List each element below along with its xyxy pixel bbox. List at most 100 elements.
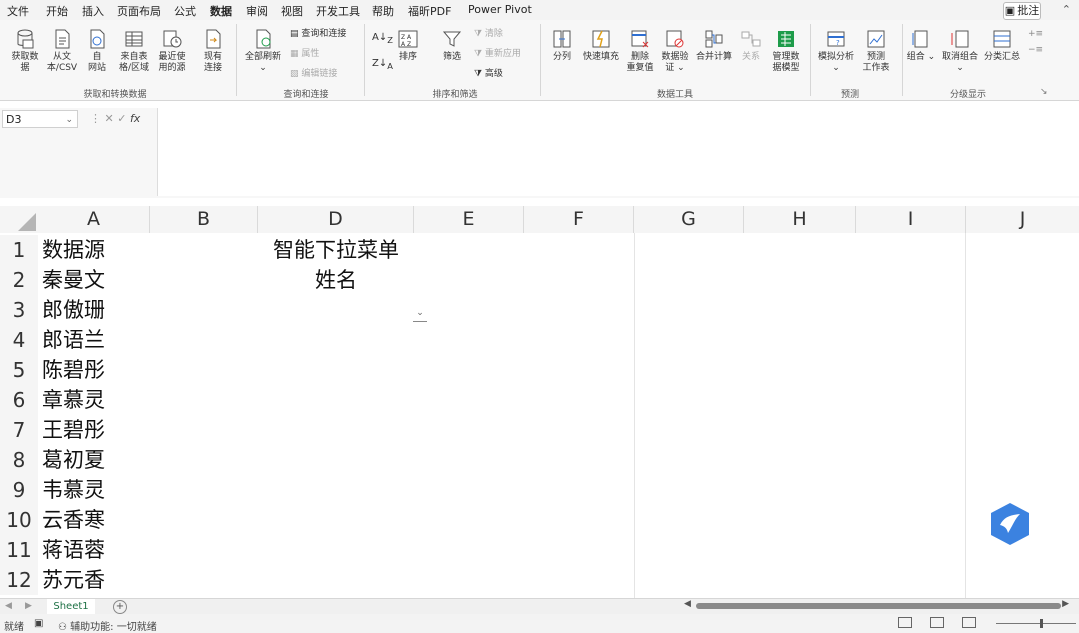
cell-a11[interactable]: 蒋语蓉 — [42, 535, 105, 565]
comments-button[interactable]: ▣ 批注 — [1003, 2, 1041, 20]
sort-descending-icon[interactable]: Z↓A — [372, 58, 393, 72]
tab-page-layout[interactable]: 页面布局 — [117, 3, 161, 19]
reapply-button[interactable]: ⧩ 重新应用 — [474, 48, 521, 60]
edit-links-button[interactable]: ▧ 编辑链接 — [290, 68, 337, 80]
tab-help[interactable]: 帮助 — [372, 3, 394, 19]
cancel-icon[interactable]: ✕ — [105, 112, 118, 125]
flash-fill-button[interactable]: 快速填充 — [580, 28, 622, 63]
tab-insert[interactable]: 插入 — [82, 3, 104, 19]
row-header[interactable]: 6 — [0, 385, 38, 415]
row-header[interactable]: 1 — [0, 235, 38, 265]
cell-a9[interactable]: 韦慕灵 — [42, 475, 105, 505]
consolidate-button[interactable]: 合并计算 — [694, 28, 734, 63]
horizontal-scrollbar[interactable]: ◀ ▶ — [684, 599, 1069, 610]
relationships-button[interactable]: 关系 — [738, 28, 764, 63]
formula-input[interactable] — [157, 108, 1079, 196]
tab-developer[interactable]: 开发工具 — [316, 3, 360, 19]
tab-review[interactable]: 审阅 — [246, 3, 268, 19]
cell-a1[interactable]: 数据源 — [42, 235, 105, 265]
more-options-icon[interactable]: ⋮ — [90, 112, 105, 125]
tab-view[interactable]: 视图 — [281, 3, 303, 19]
select-all-button[interactable] — [0, 206, 39, 233]
scroll-left-icon[interactable]: ◀ — [684, 599, 691, 609]
column-header-a[interactable]: A — [38, 206, 150, 233]
row-header[interactable]: 10 — [0, 505, 38, 535]
tab-home[interactable]: 开始 — [46, 3, 68, 19]
advanced-filter-button[interactable]: ⧩ 高级 — [474, 68, 503, 80]
cell-a5[interactable]: 陈碧彤 — [42, 355, 105, 385]
subtotal-button[interactable]: 分类汇总 — [982, 28, 1022, 63]
sheet-next-icon[interactable]: ▶ — [25, 601, 32, 611]
ungroup-button[interactable]: 取消组合 ⌄ — [938, 28, 982, 74]
cell-a4[interactable]: 郎语兰 — [42, 325, 105, 355]
clear-filter-button[interactable]: ⧩ 清除 — [474, 28, 503, 40]
sheet-prev-icon[interactable]: ◀ — [5, 601, 12, 611]
page-break-view-icon[interactable] — [962, 617, 976, 628]
row-header[interactable]: 4 — [0, 325, 38, 355]
chevron-down-icon[interactable]: ⌄ — [65, 111, 73, 129]
cell-a8[interactable]: 葛初夏 — [42, 445, 105, 475]
row-header[interactable]: 8 — [0, 445, 38, 475]
scroll-right-icon[interactable]: ▶ — [1062, 599, 1069, 609]
column-header-i[interactable]: I — [856, 206, 966, 233]
what-if-analysis-button[interactable]: ? 模拟分析 ⌄ — [816, 28, 856, 74]
cell-a7[interactable]: 王碧彤 — [42, 415, 105, 445]
cell-d2[interactable]: 姓名 — [258, 265, 414, 295]
row-header[interactable]: 3 — [0, 295, 38, 325]
accessibility-status[interactable]: ⚇ 辅助功能: 一切就绪 — [58, 618, 157, 633]
cell-a12[interactable]: 苏元香 — [42, 565, 105, 595]
cell-a10[interactable]: 云香寒 — [42, 505, 105, 535]
row-header[interactable]: 9 — [0, 475, 38, 505]
tab-formulas[interactable]: 公式 — [174, 3, 196, 19]
properties-button[interactable]: ▦ 属性 — [290, 48, 319, 60]
show-detail-icon[interactable]: +≡ — [1028, 28, 1043, 40]
ribbon-collapse-icon[interactable]: ⌃ — [1062, 3, 1071, 16]
existing-connections-button[interactable]: 现有 连接 — [196, 28, 230, 74]
group-button[interactable]: 组合 ⌄ — [906, 28, 936, 63]
column-header-b[interactable]: B — [150, 206, 258, 233]
cell-a6[interactable]: 章慕灵 — [42, 385, 105, 415]
manage-data-model-button[interactable]: 管理数 据模型 — [768, 28, 804, 74]
remove-duplicates-button[interactable]: 删除 重复值 — [624, 28, 656, 74]
row-header[interactable]: 2 — [0, 265, 38, 295]
floating-bird-logo-icon[interactable] — [988, 501, 1032, 547]
refresh-all-button[interactable]: 全部刷新 ⌄ — [242, 28, 284, 74]
sort-ascending-icon[interactable]: A↓Z — [372, 32, 393, 46]
sort-button[interactable]: Z AA Z 排序 — [394, 28, 422, 63]
column-header-j[interactable]: J — [966, 206, 1079, 233]
zoom-slider[interactable] — [996, 623, 1076, 624]
row-header[interactable]: 5 — [0, 355, 38, 385]
normal-view-icon[interactable] — [898, 617, 912, 628]
data-validation-button[interactable]: 数据验 证 ⌄ — [658, 28, 692, 74]
from-web-button[interactable]: 自 网站 — [82, 28, 112, 74]
column-header-h[interactable]: H — [744, 206, 856, 233]
name-box[interactable]: D3 ⌄ — [2, 110, 78, 128]
add-sheet-icon[interactable]: + — [113, 600, 127, 614]
column-header-e[interactable]: E — [414, 206, 524, 233]
cell-d1[interactable]: 智能下拉菜单 — [258, 235, 414, 265]
tab-foxit-pdf[interactable]: 福昕PDF — [408, 3, 451, 19]
text-to-columns-button[interactable]: 分列 — [548, 28, 576, 63]
queries-connections-button[interactable]: ▤ 查询和连接 — [290, 28, 346, 40]
from-table-button[interactable]: 来自表 格/区域 — [116, 28, 152, 74]
row-header[interactable]: 11 — [0, 535, 38, 565]
tab-power-pivot[interactable]: Power Pivot — [468, 3, 532, 16]
column-header-d[interactable]: D — [258, 206, 414, 233]
dialog-launcher-icon[interactable]: ↘ — [1040, 86, 1048, 98]
zoom-slider-thumb[interactable] — [1040, 619, 1043, 628]
forecast-sheet-button[interactable]: 预测 工作表 — [858, 28, 894, 74]
dropdown-arrow-icon[interactable]: ⌄ — [413, 307, 427, 322]
row-header[interactable]: 12 — [0, 565, 38, 595]
tab-file[interactable]: 文件 — [7, 3, 29, 19]
hide-detail-icon[interactable]: −≡ — [1028, 44, 1043, 56]
scrollbar-thumb[interactable] — [696, 603, 1061, 609]
cell-a3[interactable]: 郎傲珊 — [42, 295, 105, 325]
recent-sources-button[interactable]: 最近使 用的源 — [154, 28, 190, 74]
macro-record-icon[interactable]: ▣ — [34, 618, 43, 629]
cell-a2[interactable]: 秦曼文 — [42, 265, 105, 295]
confirm-icon[interactable]: ✓ — [117, 112, 130, 125]
page-layout-view-icon[interactable] — [930, 617, 944, 628]
insert-function-icon[interactable]: fx — [130, 112, 140, 125]
filter-button[interactable]: 筛选 — [438, 28, 466, 63]
from-text-csv-button[interactable]: 从文 本/CSV — [44, 28, 80, 74]
